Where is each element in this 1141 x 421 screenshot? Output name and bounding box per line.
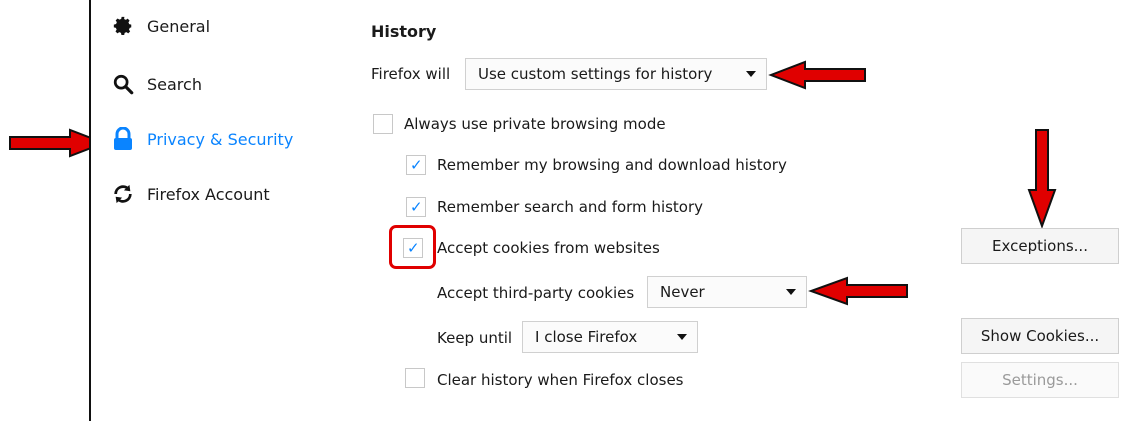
keep-until-dropdown[interactable]: I close Firefox (522, 321, 698, 353)
remember-search-checkbox[interactable]: ✓ (406, 197, 426, 217)
checkmark-icon: ✓ (410, 198, 423, 216)
annotation-arrow-exceptions (1027, 129, 1057, 228)
annotation-arrow-history-mode (768, 60, 866, 90)
remember-browsing-checkbox[interactable]: ✓ (406, 155, 426, 175)
chevron-down-icon (786, 289, 796, 295)
firefox-will-label: Firefox will (371, 65, 451, 83)
third-party-cookies-label: Accept third-party cookies (437, 284, 635, 302)
history-mode-dropdown[interactable]: Use custom settings for history (465, 58, 767, 90)
private-browsing-checkbox[interactable] (373, 114, 393, 134)
preferences-window: General Search Privacy & Security Firefo… (89, 0, 1141, 421)
keep-until-value: I close Firefox (535, 328, 638, 346)
remember-search-label: Remember search and form history (437, 198, 704, 216)
annotation-arrow-third-party (808, 276, 908, 306)
show-cookies-button[interactable]: Show Cookies... (961, 318, 1119, 354)
sidebar-item-label: Search (147, 74, 202, 94)
sidebar-item-firefox-account[interactable]: Firefox Account (111, 182, 270, 206)
history-mode-value: Use custom settings for history (478, 65, 713, 83)
sidebar-item-general[interactable]: General (111, 14, 210, 38)
sidebar-item-label: Privacy & Security (147, 129, 294, 149)
checkmark-icon: ✓ (410, 156, 423, 174)
lock-icon (111, 127, 135, 151)
third-party-cookies-value: Never (660, 283, 705, 301)
magnifier-icon (111, 72, 135, 96)
remember-browsing-label: Remember my browsing and download histor… (437, 156, 787, 174)
sync-icon (111, 182, 135, 206)
section-heading-history: History (371, 22, 437, 41)
sidebar-item-search[interactable]: Search (111, 72, 202, 96)
exceptions-button[interactable]: Exceptions... (961, 228, 1119, 264)
sidebar-item-privacy-security[interactable]: Privacy & Security (111, 127, 293, 151)
chevron-down-icon (746, 71, 756, 77)
third-party-cookies-dropdown[interactable]: Never (647, 276, 807, 308)
accept-cookies-label: Accept cookies from websites (437, 239, 660, 257)
checkmark-icon: ✓ (407, 239, 420, 257)
private-browsing-label: Always use private browsing mode (404, 115, 666, 133)
gear-icon (111, 14, 135, 38)
chevron-down-icon (677, 334, 687, 340)
keep-until-label: Keep until (437, 329, 513, 347)
accept-cookies-checkbox[interactable]: ✓ (403, 238, 423, 258)
clear-history-checkbox[interactable] (405, 368, 425, 388)
settings-button[interactable]: Settings... (961, 362, 1119, 398)
sidebar-item-label: General (147, 16, 211, 36)
clear-history-label: Clear history when Firefox closes (437, 371, 684, 389)
sidebar-item-label: Firefox Account (147, 184, 270, 204)
